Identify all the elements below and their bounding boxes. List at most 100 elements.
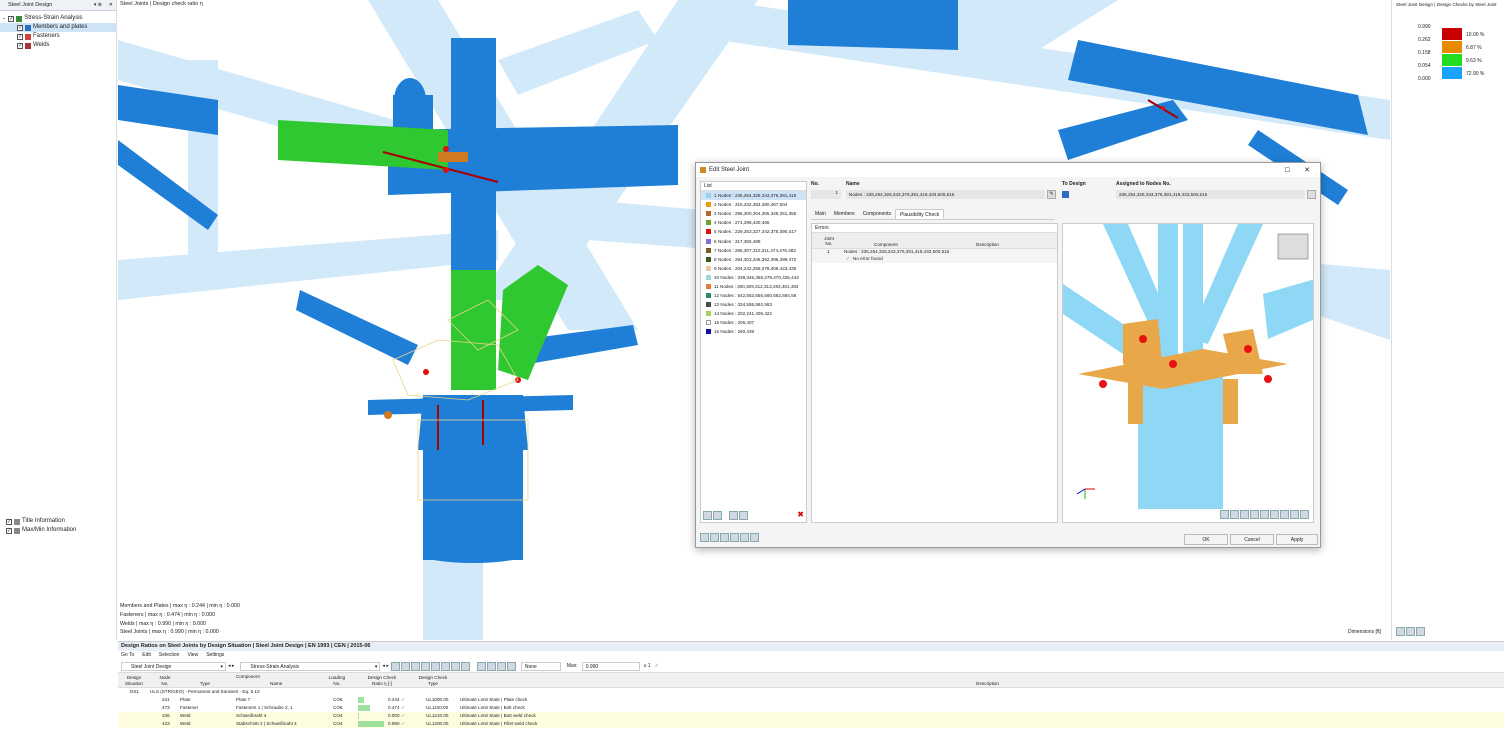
joint-list-item[interactable]: 6 Nodes : 317,365,489	[701, 236, 806, 245]
joint-list-item[interactable]: 16 Nodes : 260,439	[701, 327, 806, 336]
print-icon[interactable]	[460, 661, 470, 671]
edit-icon[interactable]: ✎	[1047, 190, 1056, 199]
filter-combo[interactable]: None	[520, 661, 561, 671]
select-icon[interactable]	[1307, 190, 1316, 199]
sort-icon[interactable]	[420, 661, 430, 671]
menu-view[interactable]: View	[187, 651, 198, 660]
cancel-button[interactable]: Cancel	[1230, 534, 1274, 545]
joint-preview[interactable]	[1062, 223, 1314, 523]
pin-icon[interactable]: ▾ ⊕	[94, 2, 102, 8]
units-icon[interactable]	[710, 533, 719, 542]
joint-list-item[interactable]: 3 Nodes : 296,300,304,305,349,351,355	[701, 209, 806, 218]
to-design-checkbox[interactable]	[1062, 191, 1069, 198]
title-information-item[interactable]: ✓ Title Information	[0, 517, 117, 526]
filter-icon[interactable]	[506, 661, 516, 671]
apply-button[interactable]: Apply	[1276, 534, 1318, 545]
max-input[interactable]: 0.990	[581, 661, 640, 671]
import-icon[interactable]	[750, 533, 759, 542]
tree-item-fasteners[interactable]: ✓ Fasteners	[0, 32, 116, 41]
settings-icon[interactable]	[1300, 510, 1309, 519]
sort-icon[interactable]	[739, 511, 748, 520]
view-icon[interactable]	[1396, 627, 1405, 636]
menu-selection[interactable]: Selection	[159, 651, 180, 660]
tree-item-stress-strain[interactable]: ⌄ ✓ Stress-Strain Analysis	[0, 14, 116, 23]
checkbox[interactable]: ✓	[8, 15, 15, 22]
expand-icon[interactable]: ⌄	[2, 14, 6, 23]
menu-settings[interactable]: Settings	[206, 651, 224, 660]
check-icon[interactable]	[729, 511, 738, 520]
joint-list-item[interactable]: 15 Nodes : 206,407	[701, 318, 806, 327]
joint-list-item[interactable]: 12 Nodes : 542,553,556,560,562,584,56	[701, 291, 806, 300]
no-value[interactable]: 1	[811, 190, 841, 199]
joint-list-item[interactable]: 2 Nodes : 315,332,383,380,467,504	[701, 200, 806, 209]
close-icon[interactable]: ✕	[109, 2, 113, 8]
checkbox[interactable]: ✓	[17, 42, 23, 49]
checkbox[interactable]: ✓	[17, 24, 23, 31]
render-icon[interactable]	[1230, 510, 1239, 519]
name-input[interactable]: Nodes : 236,254,328,343,376,391,418,433,…	[846, 190, 1045, 199]
ok-button[interactable]: OK	[1184, 534, 1228, 545]
table-row[interactable]: 473 Fastener Fasteners 1 | Schraube 2, 1 CO…	[118, 704, 1504, 712]
zoom-icon[interactable]	[486, 661, 496, 671]
tab-components[interactable]: Components	[859, 209, 895, 219]
render-icon[interactable]	[1220, 510, 1229, 519]
search-icon[interactable]	[700, 533, 709, 542]
tree-item-welds[interactable]: ✓ Welds	[0, 41, 116, 50]
export-icon[interactable]	[740, 533, 749, 542]
table-icon[interactable]	[440, 661, 450, 671]
analysis-combo[interactable]: Stress-Strain Analysis ▾	[240, 661, 381, 671]
sort-icon[interactable]	[410, 661, 420, 671]
check-icon[interactable]: ✓	[655, 663, 659, 669]
select-icon[interactable]	[720, 533, 729, 542]
view-z-icon[interactable]	[1260, 510, 1269, 519]
tree-item-members-plates[interactable]: ✓ Members and plates	[0, 23, 116, 32]
module-combo[interactable]: Steel Joint Design ▾	[121, 661, 226, 671]
new-icon[interactable]	[703, 511, 712, 520]
view-icon[interactable]	[1416, 627, 1425, 636]
joint-list-item[interactable]: 13 Nodes : 334,555,592,583	[701, 300, 806, 309]
close-icon[interactable]: ✕	[1304, 166, 1310, 174]
joint-list-item[interactable]: 9 Nodes : 204,242,259,278,406,423,438	[701, 264, 806, 273]
delete-icon[interactable]: ✖	[797, 511, 804, 520]
excel-icon[interactable]	[450, 661, 460, 671]
nav-arrows[interactable]: ◂ ▸	[228, 663, 234, 669]
joint-list-item[interactable]: 14 Nodes : 202,241,405,422	[701, 309, 806, 318]
view-icon[interactable]	[1406, 627, 1415, 636]
tab-main[interactable]: Main	[811, 209, 830, 219]
joint-list-item[interactable]: 1 Nodes : 236,254,328,343,376,391,418	[701, 191, 806, 201]
print-icon[interactable]	[1290, 510, 1299, 519]
ratio-bar	[358, 713, 359, 719]
table-row[interactable]: 236 Weld Schweißnaht 4 CO4 0.000 UL1210.00 Ult…	[118, 712, 1504, 720]
checkbox[interactable]: ✓	[17, 33, 23, 40]
table-row[interactable]: 433 Weld Stabschnitt 2 | Schweißnaht 4 CO4 0…	[118, 720, 1504, 728]
table-icon[interactable]	[730, 533, 739, 542]
menu-go-to[interactable]: Go To	[121, 651, 134, 660]
display-icon[interactable]	[1280, 510, 1289, 519]
checkbox[interactable]: ✓	[6, 527, 12, 534]
color-icon[interactable]	[496, 661, 506, 671]
view-x-icon[interactable]	[1240, 510, 1249, 519]
select-icon[interactable]	[430, 661, 440, 671]
menu-edit[interactable]: Edit	[142, 651, 151, 660]
joint-list-item[interactable]: 8 Nodes : 294,303,346,352,396,399,472	[701, 255, 806, 264]
filter-icon[interactable]	[390, 661, 400, 671]
maxmin-information-item[interactable]: ✓ Max/Min Information	[0, 526, 117, 535]
assigned-input[interactable]: 236,254,328,343,376,391,418,433,500,515	[1116, 190, 1305, 199]
tab-members[interactable]: Members	[830, 209, 859, 219]
viewport-title: Steel Joints | Design check ratio η	[120, 1, 203, 7]
search-icon[interactable]	[476, 661, 486, 671]
view-y-icon[interactable]	[1250, 510, 1259, 519]
joint-list-item[interactable]: 7 Nodes : 265,307,310,311,474,476,482	[701, 246, 806, 255]
maximize-icon[interactable]: ☐	[1285, 167, 1290, 174]
iso-view-icon[interactable]	[1270, 510, 1279, 519]
joint-list-item[interactable]: 5 Nodes : 229,253,327,342,375,390,417	[701, 227, 806, 236]
joint-list-item[interactable]: 4 Nodes : 271,298,430,465	[701, 218, 806, 227]
checkbox[interactable]: ✓	[6, 518, 12, 525]
joint-list-item[interactable]: 10 Nodes : 339,346,355,279,470,425,442	[701, 273, 806, 282]
copy-icon[interactable]	[713, 511, 722, 520]
tab-plausibility-check[interactable]: Plausibility Check	[895, 209, 945, 219]
filter-icon[interactable]	[400, 661, 410, 671]
joint-list-item[interactable]: 11 Nodes : 300,309,312,313,483,481,484	[701, 282, 806, 291]
nav-arrows[interactable]: ◂ ▸	[382, 663, 388, 669]
table-row[interactable]: 241 Plate Plate 7 CO6 0.244 UL1000.00 Ultimate…	[118, 696, 1504, 704]
